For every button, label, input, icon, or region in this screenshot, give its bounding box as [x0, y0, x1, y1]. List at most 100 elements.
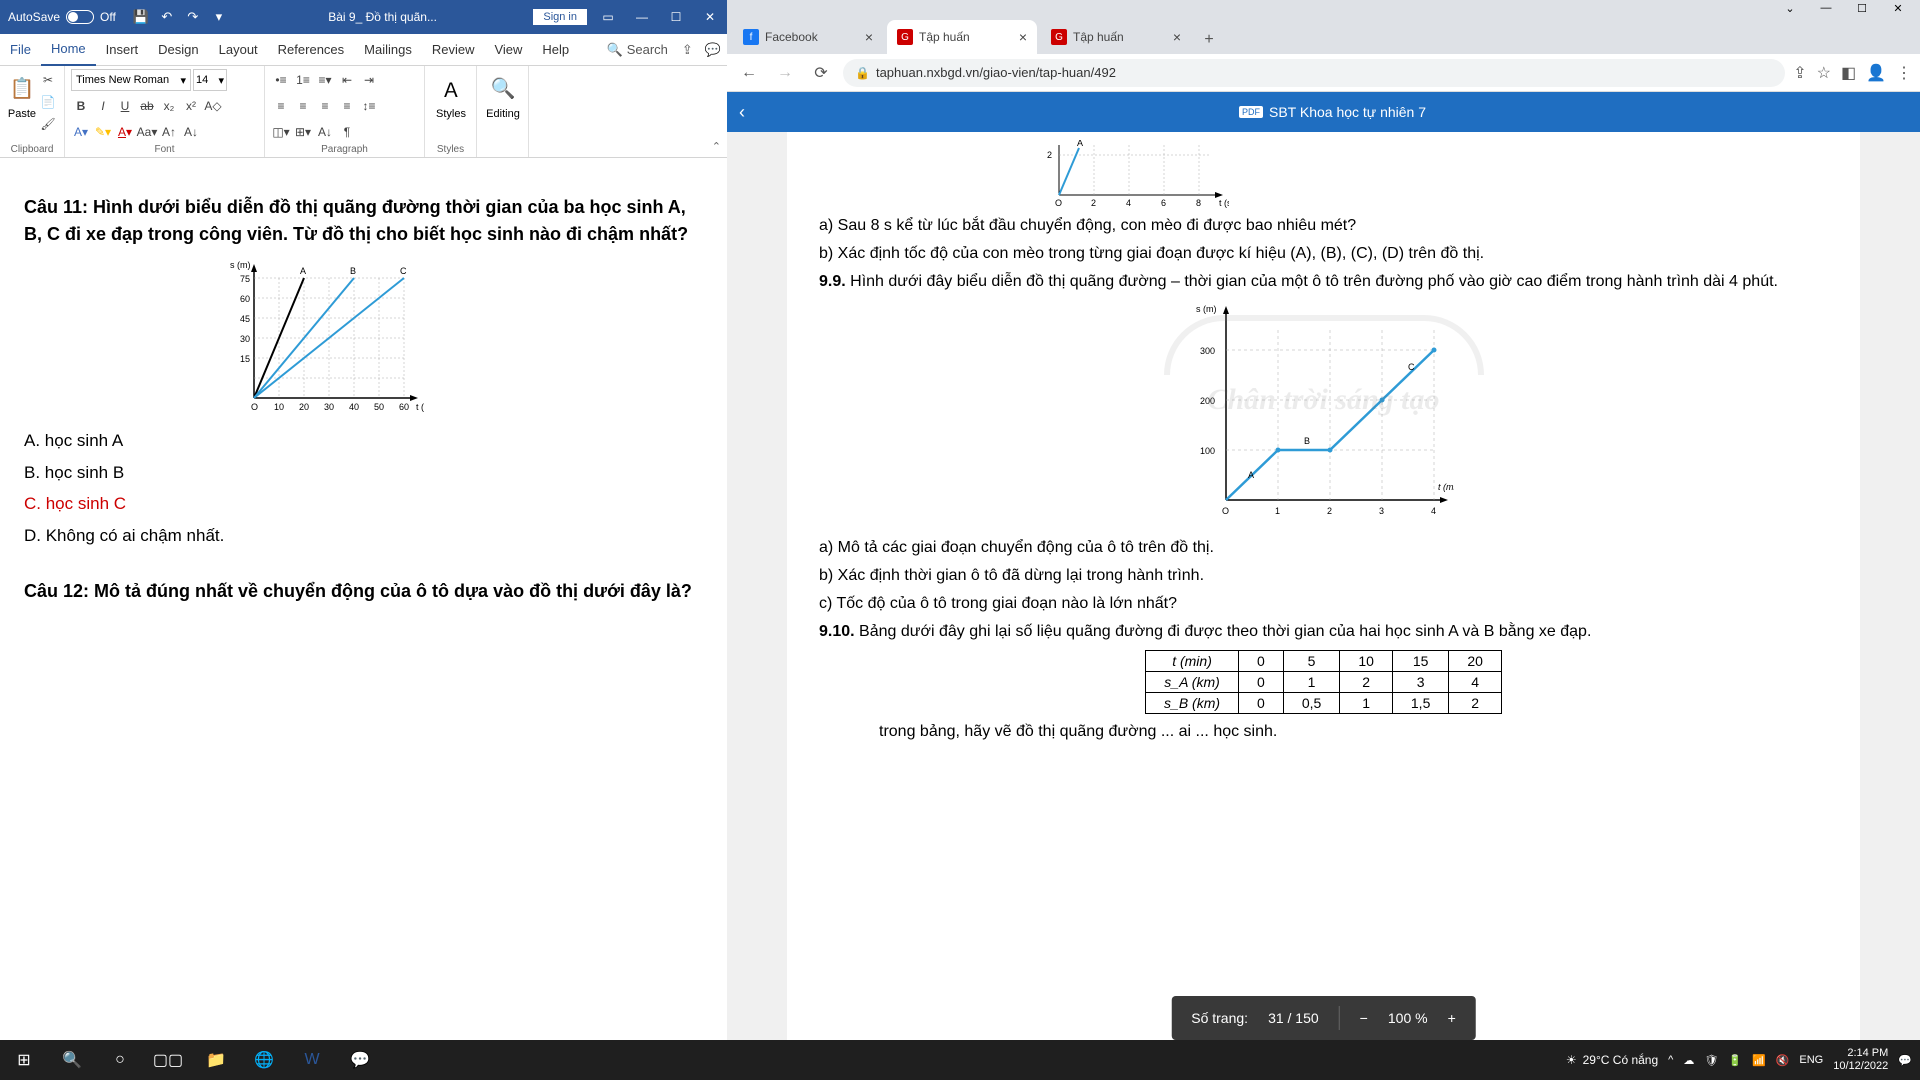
- styles-button[interactable]: Ａ Styles: [431, 68, 471, 120]
- bookmark-icon[interactable]: ☆: [1817, 63, 1831, 83]
- tray-chevron-icon[interactable]: ^: [1668, 1054, 1673, 1066]
- zoom-level[interactable]: 100 %: [1388, 1010, 1428, 1026]
- align-left-icon[interactable]: ≡: [271, 96, 291, 116]
- close-icon[interactable]: ✕: [693, 0, 727, 34]
- numbering-icon[interactable]: 1≡: [293, 70, 313, 90]
- onedrive-icon[interactable]: ☁: [1683, 1054, 1694, 1067]
- pdf-viewport[interactable]: A2 O2468 t (s) a) Sau 8 s kể từ lúc bắt …: [727, 132, 1920, 1080]
- chrome-icon[interactable]: 🌐: [240, 1040, 288, 1080]
- explorer-icon[interactable]: 📁: [192, 1040, 240, 1080]
- address-bar[interactable]: 🔒 taphuan.nxbgd.vn/giao-vien/tap-huan/49…: [843, 59, 1785, 87]
- clear-format-icon[interactable]: A◇: [203, 96, 223, 116]
- new-tab-button[interactable]: +: [1195, 26, 1223, 54]
- multilevel-icon[interactable]: ≡▾: [315, 70, 335, 90]
- pdf-back-button[interactable]: ‹: [739, 102, 745, 123]
- shield-icon[interactable]: 🛡: [1704, 1054, 1718, 1067]
- show-marks-icon[interactable]: ¶: [337, 122, 357, 142]
- text-effects-icon[interactable]: A▾: [71, 122, 91, 142]
- close-tab-icon[interactable]: ×: [1019, 29, 1027, 45]
- tab-file[interactable]: File: [0, 34, 41, 66]
- bullets-icon[interactable]: •≡: [271, 70, 291, 90]
- start-button[interactable]: ⊞: [0, 1040, 48, 1080]
- increase-indent-icon[interactable]: ⇥: [359, 70, 379, 90]
- weather-widget[interactable]: ☀ 29°C Có nắng: [1566, 1053, 1658, 1067]
- comments-icon[interactable]: 💬: [699, 42, 727, 58]
- battery-icon[interactable]: 🔋: [1728, 1054, 1742, 1067]
- cut-icon[interactable]: ✂: [38, 70, 58, 90]
- tab-references[interactable]: References: [268, 34, 354, 66]
- taskview-icon[interactable]: ▢▢: [144, 1040, 192, 1080]
- signin-button[interactable]: Sign in: [533, 9, 587, 25]
- redo-icon[interactable]: ↷: [182, 6, 204, 28]
- grow-font-icon[interactable]: A↑: [159, 122, 179, 142]
- font-color-icon[interactable]: A▾: [115, 122, 135, 142]
- search-button[interactable]: 🔍: [48, 1040, 96, 1080]
- document-area[interactable]: Câu 11: Hình dưới biểu diễn đồ thị quãng…: [0, 158, 727, 1056]
- tab-taphuan-2[interactable]: G Tập huấn ×: [1041, 20, 1191, 54]
- decrease-indent-icon[interactable]: ⇤: [337, 70, 357, 90]
- teams-icon[interactable]: 💬: [336, 1040, 384, 1080]
- qat-more-icon[interactable]: ▾: [208, 6, 230, 28]
- reload-button[interactable]: ⟳: [807, 59, 835, 87]
- change-case-icon[interactable]: Aa▾: [137, 122, 157, 142]
- document-page[interactable]: Câu 11: Hình dưới biểu diễn đồ thị quãng…: [0, 158, 727, 1056]
- profile-icon[interactable]: 👤: [1866, 63, 1886, 83]
- sidepanel-icon[interactable]: ◧: [1841, 63, 1856, 83]
- clock[interactable]: 2:14 PM 10/12/2022: [1833, 1047, 1888, 1073]
- italic-icon[interactable]: I: [93, 96, 113, 116]
- justify-icon[interactable]: ≡: [337, 96, 357, 116]
- back-button[interactable]: ←: [735, 59, 763, 87]
- align-right-icon[interactable]: ≡: [315, 96, 335, 116]
- chevron-down-icon[interactable]: ⌄: [1772, 2, 1808, 15]
- tab-mailings[interactable]: Mailings: [354, 34, 422, 66]
- share-icon[interactable]: ⇪: [1793, 63, 1806, 83]
- tab-design[interactable]: Design: [148, 34, 208, 66]
- shrink-font-icon[interactable]: A↓: [181, 122, 201, 142]
- underline-icon[interactable]: U: [115, 96, 135, 116]
- menu-icon[interactable]: ⋮: [1896, 63, 1912, 83]
- subscript-icon[interactable]: x₂: [159, 96, 179, 116]
- editing-button[interactable]: 🔍 Editing: [483, 68, 523, 120]
- shading-icon[interactable]: ◫▾: [271, 122, 291, 142]
- minimize-icon[interactable]: —: [625, 0, 659, 34]
- maximize-icon[interactable]: ☐: [659, 0, 693, 34]
- strikethrough-icon[interactable]: ab: [137, 96, 157, 116]
- tab-taphuan-active[interactable]: G Tập huấn ×: [887, 20, 1037, 54]
- tab-insert[interactable]: Insert: [96, 34, 149, 66]
- tab-view[interactable]: View: [484, 34, 532, 66]
- line-spacing-icon[interactable]: ↕≡: [359, 96, 379, 116]
- bold-icon[interactable]: B: [71, 96, 91, 116]
- borders-icon[interactable]: ⊞▾: [293, 122, 313, 142]
- word-icon[interactable]: W: [288, 1040, 336, 1080]
- wifi-icon[interactable]: 📶: [1752, 1054, 1766, 1067]
- tab-review[interactable]: Review: [422, 34, 485, 66]
- collapse-ribbon-icon[interactable]: ⌃: [712, 140, 721, 153]
- tab-help[interactable]: Help: [532, 34, 579, 66]
- volume-icon[interactable]: 🔇: [1776, 1054, 1790, 1067]
- close-tab-icon[interactable]: ×: [1173, 29, 1181, 45]
- cortana-icon[interactable]: ○: [96, 1040, 144, 1080]
- close-tab-icon[interactable]: ×: [865, 29, 873, 45]
- tab-home[interactable]: Home: [41, 34, 96, 66]
- paste-button[interactable]: 📋 Paste: [6, 68, 38, 155]
- highlight-icon[interactable]: ✎▾: [93, 122, 113, 142]
- copy-icon[interactable]: 📄: [38, 92, 58, 112]
- share-icon[interactable]: ⇪: [676, 42, 699, 58]
- sort-icon[interactable]: A↓: [315, 122, 335, 142]
- superscript-icon[interactable]: x²: [181, 96, 201, 116]
- font-name-select[interactable]: Times New Roman▾: [71, 69, 191, 91]
- ribbon-display-icon[interactable]: ▭: [591, 0, 625, 34]
- page-number[interactable]: 31 / 150: [1268, 1010, 1319, 1026]
- zoom-in-icon[interactable]: +: [1448, 1010, 1456, 1026]
- autosave-toggle[interactable]: AutoSave Off: [0, 10, 124, 24]
- maximize-icon[interactable]: ☐: [1844, 2, 1880, 15]
- tab-layout[interactable]: Layout: [209, 34, 268, 66]
- zoom-out-icon[interactable]: −: [1360, 1010, 1368, 1026]
- align-center-icon[interactable]: ≡: [293, 96, 313, 116]
- tab-facebook[interactable]: f Facebook ×: [733, 20, 883, 54]
- close-icon[interactable]: ✕: [1880, 2, 1916, 15]
- forward-button[interactable]: →: [771, 59, 799, 87]
- font-size-select[interactable]: 14▾: [193, 69, 227, 91]
- language-indicator[interactable]: ENG: [1799, 1054, 1823, 1066]
- notifications-icon[interactable]: 💬: [1898, 1054, 1912, 1067]
